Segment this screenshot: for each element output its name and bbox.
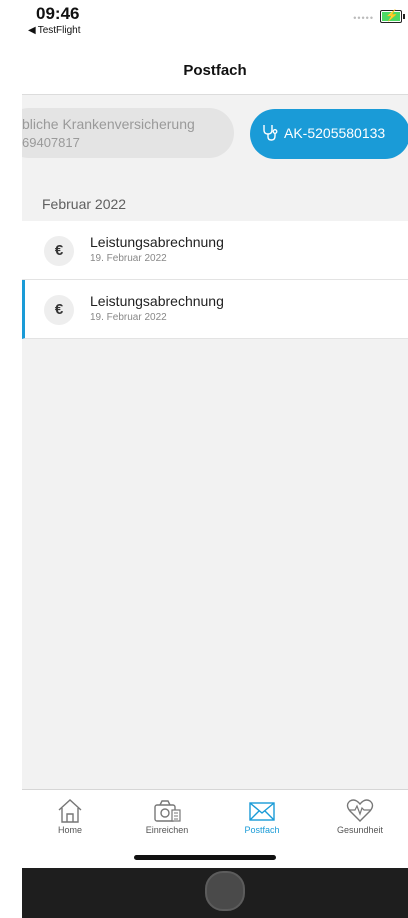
tab-gesundheit-label: Gesundheit	[336, 825, 384, 835]
status-time: 09:46	[36, 4, 80, 23]
back-arrow-icon: ◀	[28, 25, 36, 36]
heart-pulse-icon	[346, 799, 374, 822]
signal-icon: •••••	[353, 13, 374, 23]
page-title: Postfach	[183, 62, 247, 79]
message-row-selected[interactable]: € Leistungsabrechnung 19. Februar 2022	[22, 280, 408, 339]
tab-home[interactable]: Home	[22, 790, 118, 868]
message-title: Leistungsabrechnung	[90, 234, 224, 250]
insurance-chip-name: bliche Krankenversicherung	[22, 116, 195, 132]
home-indicator	[134, 855, 276, 860]
tab-einreichen-label: Einreichen	[145, 825, 189, 835]
back-app-label: TestFlight	[37, 25, 81, 36]
message-date: 19. Februar 2022	[90, 312, 167, 323]
status-bar: 09:46 ◀ TestFlight ••••• ⚡	[22, 0, 408, 52]
tab-gesundheit[interactable]: Gesundheit	[312, 790, 408, 868]
nav-bar: Postfach	[22, 52, 408, 95]
back-to-app-link[interactable]: ◀ TestFlight	[28, 25, 81, 36]
euro-icon: €	[44, 236, 74, 266]
phone: 09:46 ◀ TestFlight ••••• ⚡ Postfach blich…	[0, 0, 408, 918]
message-row[interactable]: € Leistungsabrechnung 19. Februar 2022	[22, 221, 408, 280]
battery-icon: ⚡	[380, 10, 405, 23]
message-date: 19. Februar 2022	[90, 253, 167, 264]
tab-postfach-label: Postfach	[244, 825, 280, 835]
device-bezel	[22, 868, 408, 918]
home-button[interactable]	[205, 871, 245, 911]
member-chip[interactable]: AK-5205580133	[250, 109, 408, 159]
camera-document-icon	[154, 800, 181, 822]
tab-home-label: Home	[57, 825, 82, 835]
euro-icon: €	[44, 295, 74, 325]
insurance-chip[interactable]: bliche Krankenversicherung 69407817	[22, 108, 234, 158]
home-icon	[58, 799, 82, 823]
section-header: Februar 2022	[42, 196, 127, 212]
message-title: Leistungsabrechnung	[90, 293, 224, 309]
device-frame	[0, 0, 22, 918]
message-list: € Leistungsabrechnung 19. Februar 2022 €…	[22, 221, 408, 339]
stethoscope-icon	[263, 125, 278, 141]
insurance-chip-number: 69407817	[22, 135, 80, 150]
envelope-icon	[249, 802, 275, 821]
member-chip-label: AK-5205580133	[284, 125, 386, 141]
screen: 09:46 ◀ TestFlight ••••• ⚡ Postfach blich…	[22, 0, 408, 868]
